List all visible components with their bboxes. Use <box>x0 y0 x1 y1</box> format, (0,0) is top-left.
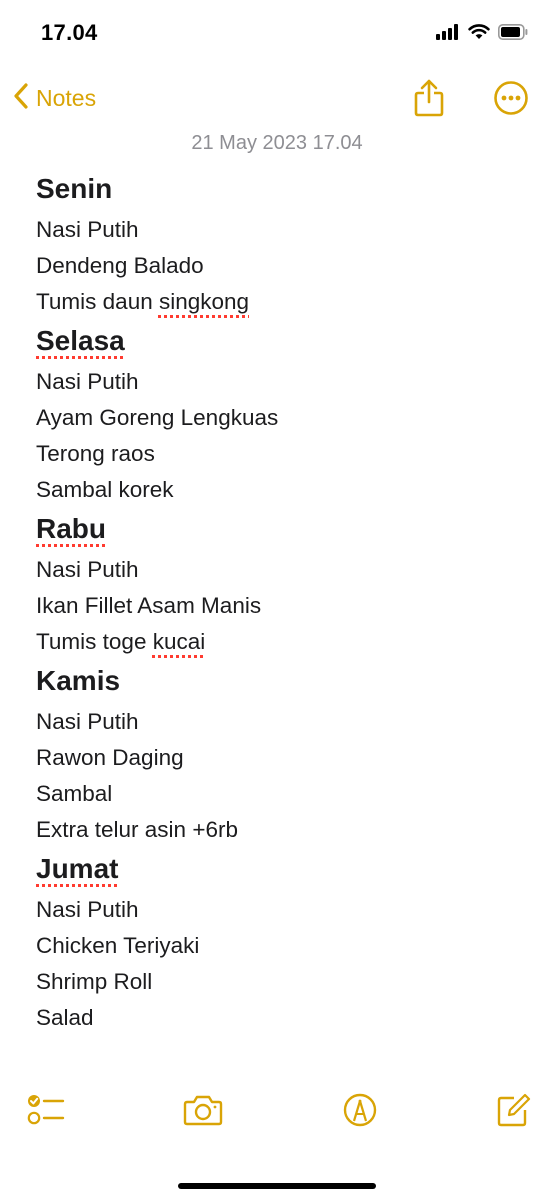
home-indicator <box>178 1183 376 1189</box>
menu-item: Nasi Putih <box>36 557 139 582</box>
note-date: 21 May 2023 17.04 <box>191 132 363 154</box>
menu-item: Ikan Fillet Asam Manis <box>36 593 262 618</box>
camera-button[interactable] <box>182 1090 224 1135</box>
menu-item: Tumis toge kucai <box>36 629 206 654</box>
menu-item: Dendeng Balado <box>36 253 204 278</box>
day-heading: Jumat <box>36 848 526 892</box>
day-heading: Senin <box>36 173 113 204</box>
markup-pen-icon <box>340 1093 380 1134</box>
day-heading-text: Rabu <box>36 513 106 544</box>
more-button[interactable] <box>493 80 529 121</box>
share-icon <box>412 79 446 122</box>
menu-item: Shrimp Roll <box>36 969 153 994</box>
bottom-toolbar <box>0 1090 554 1146</box>
day-heading: Kamis <box>36 665 121 696</box>
menu-item: Nasi Putih <box>36 369 139 394</box>
camera-icon <box>182 1095 224 1134</box>
compose-button[interactable] <box>494 1090 532 1135</box>
checklist-icon <box>26 1095 66 1134</box>
share-button[interactable] <box>412 78 446 123</box>
menu-item: Salad <box>36 1005 94 1030</box>
status-icons <box>436 24 528 45</box>
menu-item: Extra telur asin +6rb <box>36 817 238 842</box>
menu-item: Terong raos <box>36 441 155 466</box>
checklist-button[interactable] <box>26 1090 66 1135</box>
status-bar: 17.04 <box>0 0 554 70</box>
day-heading-text: Jumat <box>36 853 119 884</box>
menu-item: Tumis daun singkong <box>36 289 250 314</box>
spellcheck-word: kucai <box>152 629 206 654</box>
cellular-signal-icon <box>436 24 460 45</box>
compose-icon <box>494 1093 532 1134</box>
day-heading: Selasa <box>36 320 526 364</box>
menu-item: Sambal korek <box>36 477 174 502</box>
wifi-icon <box>468 24 490 45</box>
menu-item: Nasi Putih <box>36 709 139 734</box>
menu-item: Sambal <box>36 781 113 806</box>
spellcheck-word: singkong <box>158 289 250 314</box>
day-heading-text: Selasa <box>36 325 125 356</box>
ellipsis-circle-icon <box>493 81 529 120</box>
back-button[interactable]: Notes <box>12 82 96 115</box>
menu-item: Ayam Goreng Lengkuas <box>36 405 279 430</box>
markup-button[interactable] <box>340 1090 380 1135</box>
menu-item: Rawon Daging <box>36 745 184 770</box>
menu-item: Nasi Putih <box>36 897 139 922</box>
chevron-left-icon <box>12 82 30 115</box>
menu-item: Chicken Teriyaki <box>36 933 200 958</box>
battery-icon <box>498 24 528 45</box>
menu-item: Nasi Putih <box>36 217 139 242</box>
day-heading: Rabu <box>36 508 526 552</box>
status-time: 17.04 <box>41 20 98 45</box>
nav-bar: Notes <box>0 72 554 126</box>
back-label: Notes <box>36 85 97 111</box>
note-body[interactable]: Senin Nasi Putih Dendeng Balado Tumis da… <box>36 168 526 1036</box>
